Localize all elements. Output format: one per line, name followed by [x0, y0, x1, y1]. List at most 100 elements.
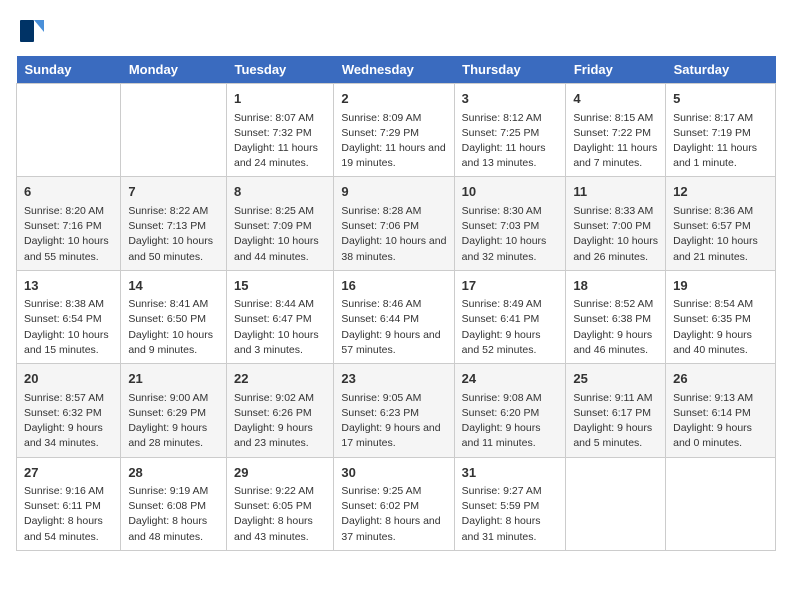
day-number: 21: [128, 369, 219, 389]
day-cell: 29Sunrise: 9:22 AM Sunset: 6:05 PM Dayli…: [227, 457, 334, 550]
day-info: Sunrise: 9:11 AM Sunset: 6:17 PM Dayligh…: [573, 391, 658, 452]
day-number: 23: [341, 369, 446, 389]
day-cell: 25Sunrise: 9:11 AM Sunset: 6:17 PM Dayli…: [566, 364, 666, 457]
day-cell: 16Sunrise: 8:46 AM Sunset: 6:44 PM Dayli…: [334, 270, 454, 363]
week-row-5: 27Sunrise: 9:16 AM Sunset: 6:11 PM Dayli…: [17, 457, 776, 550]
day-cell: 2Sunrise: 8:09 AM Sunset: 7:29 PM Daylig…: [334, 84, 454, 177]
day-number: 28: [128, 463, 219, 483]
day-info: Sunrise: 8:22 AM Sunset: 7:13 PM Dayligh…: [128, 204, 219, 265]
day-number: 3: [462, 89, 559, 109]
day-number: 30: [341, 463, 446, 483]
day-cell: 30Sunrise: 9:25 AM Sunset: 6:02 PM Dayli…: [334, 457, 454, 550]
day-cell: 5Sunrise: 8:17 AM Sunset: 7:19 PM Daylig…: [666, 84, 776, 177]
day-info: Sunrise: 8:38 AM Sunset: 6:54 PM Dayligh…: [24, 297, 113, 358]
day-info: Sunrise: 8:25 AM Sunset: 7:09 PM Dayligh…: [234, 204, 326, 265]
day-info: Sunrise: 8:49 AM Sunset: 6:41 PM Dayligh…: [462, 297, 559, 358]
day-info: Sunrise: 9:27 AM Sunset: 5:59 PM Dayligh…: [462, 484, 559, 545]
day-cell: 23Sunrise: 9:05 AM Sunset: 6:23 PM Dayli…: [334, 364, 454, 457]
col-header-sunday: Sunday: [17, 56, 121, 84]
day-cell: 1Sunrise: 8:07 AM Sunset: 7:32 PM Daylig…: [227, 84, 334, 177]
day-info: Sunrise: 8:17 AM Sunset: 7:19 PM Dayligh…: [673, 111, 768, 172]
day-cell: 9Sunrise: 8:28 AM Sunset: 7:06 PM Daylig…: [334, 177, 454, 270]
day-cell: [666, 457, 776, 550]
day-number: 15: [234, 276, 326, 296]
day-info: Sunrise: 8:44 AM Sunset: 6:47 PM Dayligh…: [234, 297, 326, 358]
day-number: 9: [341, 182, 446, 202]
day-cell: 17Sunrise: 8:49 AM Sunset: 6:41 PM Dayli…: [454, 270, 566, 363]
col-header-friday: Friday: [566, 56, 666, 84]
day-number: 29: [234, 463, 326, 483]
day-number: 18: [573, 276, 658, 296]
day-number: 11: [573, 182, 658, 202]
calendar-table: SundayMondayTuesdayWednesdayThursdayFrid…: [16, 56, 776, 551]
logo-icon: [16, 16, 46, 46]
day-info: Sunrise: 8:36 AM Sunset: 6:57 PM Dayligh…: [673, 204, 768, 265]
day-cell: 27Sunrise: 9:16 AM Sunset: 6:11 PM Dayli…: [17, 457, 121, 550]
week-row-1: 1Sunrise: 8:07 AM Sunset: 7:32 PM Daylig…: [17, 84, 776, 177]
day-cell: 4Sunrise: 8:15 AM Sunset: 7:22 PM Daylig…: [566, 84, 666, 177]
logo: [16, 16, 50, 46]
day-number: 16: [341, 276, 446, 296]
day-cell: [17, 84, 121, 177]
day-cell: 7Sunrise: 8:22 AM Sunset: 7:13 PM Daylig…: [121, 177, 227, 270]
day-number: 22: [234, 369, 326, 389]
day-number: 10: [462, 182, 559, 202]
day-cell: 26Sunrise: 9:13 AM Sunset: 6:14 PM Dayli…: [666, 364, 776, 457]
day-info: Sunrise: 9:00 AM Sunset: 6:29 PM Dayligh…: [128, 391, 219, 452]
col-header-thursday: Thursday: [454, 56, 566, 84]
day-number: 26: [673, 369, 768, 389]
day-cell: 31Sunrise: 9:27 AM Sunset: 5:59 PM Dayli…: [454, 457, 566, 550]
col-header-tuesday: Tuesday: [227, 56, 334, 84]
week-row-2: 6Sunrise: 8:20 AM Sunset: 7:16 PM Daylig…: [17, 177, 776, 270]
calendar-header-row: SundayMondayTuesdayWednesdayThursdayFrid…: [17, 56, 776, 84]
day-number: 7: [128, 182, 219, 202]
week-row-4: 20Sunrise: 8:57 AM Sunset: 6:32 PM Dayli…: [17, 364, 776, 457]
day-info: Sunrise: 9:25 AM Sunset: 6:02 PM Dayligh…: [341, 484, 446, 545]
day-number: 12: [673, 182, 768, 202]
col-header-monday: Monday: [121, 56, 227, 84]
day-number: 25: [573, 369, 658, 389]
day-cell: [121, 84, 227, 177]
day-cell: 21Sunrise: 9:00 AM Sunset: 6:29 PM Dayli…: [121, 364, 227, 457]
day-info: Sunrise: 8:07 AM Sunset: 7:32 PM Dayligh…: [234, 111, 326, 172]
day-cell: 8Sunrise: 8:25 AM Sunset: 7:09 PM Daylig…: [227, 177, 334, 270]
day-cell: 12Sunrise: 8:36 AM Sunset: 6:57 PM Dayli…: [666, 177, 776, 270]
day-number: 6: [24, 182, 113, 202]
day-cell: 28Sunrise: 9:19 AM Sunset: 6:08 PM Dayli…: [121, 457, 227, 550]
day-cell: 15Sunrise: 8:44 AM Sunset: 6:47 PM Dayli…: [227, 270, 334, 363]
day-info: Sunrise: 8:15 AM Sunset: 7:22 PM Dayligh…: [573, 111, 658, 172]
day-number: 27: [24, 463, 113, 483]
day-cell: 3Sunrise: 8:12 AM Sunset: 7:25 PM Daylig…: [454, 84, 566, 177]
day-number: 5: [673, 89, 768, 109]
day-number: 14: [128, 276, 219, 296]
day-info: Sunrise: 8:57 AM Sunset: 6:32 PM Dayligh…: [24, 391, 113, 452]
day-number: 8: [234, 182, 326, 202]
header: [16, 16, 776, 46]
day-cell: 24Sunrise: 9:08 AM Sunset: 6:20 PM Dayli…: [454, 364, 566, 457]
day-number: 2: [341, 89, 446, 109]
day-info: Sunrise: 8:30 AM Sunset: 7:03 PM Dayligh…: [462, 204, 559, 265]
day-info: Sunrise: 8:54 AM Sunset: 6:35 PM Dayligh…: [673, 297, 768, 358]
day-info: Sunrise: 8:33 AM Sunset: 7:00 PM Dayligh…: [573, 204, 658, 265]
week-row-3: 13Sunrise: 8:38 AM Sunset: 6:54 PM Dayli…: [17, 270, 776, 363]
day-info: Sunrise: 8:12 AM Sunset: 7:25 PM Dayligh…: [462, 111, 559, 172]
day-info: Sunrise: 9:19 AM Sunset: 6:08 PM Dayligh…: [128, 484, 219, 545]
day-info: Sunrise: 9:13 AM Sunset: 6:14 PM Dayligh…: [673, 391, 768, 452]
day-cell: [566, 457, 666, 550]
day-number: 20: [24, 369, 113, 389]
day-cell: 11Sunrise: 8:33 AM Sunset: 7:00 PM Dayli…: [566, 177, 666, 270]
day-info: Sunrise: 9:16 AM Sunset: 6:11 PM Dayligh…: [24, 484, 113, 545]
day-cell: 20Sunrise: 8:57 AM Sunset: 6:32 PM Dayli…: [17, 364, 121, 457]
day-info: Sunrise: 8:52 AM Sunset: 6:38 PM Dayligh…: [573, 297, 658, 358]
day-number: 31: [462, 463, 559, 483]
day-number: 4: [573, 89, 658, 109]
day-info: Sunrise: 9:08 AM Sunset: 6:20 PM Dayligh…: [462, 391, 559, 452]
day-cell: 19Sunrise: 8:54 AM Sunset: 6:35 PM Dayli…: [666, 270, 776, 363]
day-cell: 18Sunrise: 8:52 AM Sunset: 6:38 PM Dayli…: [566, 270, 666, 363]
col-header-wednesday: Wednesday: [334, 56, 454, 84]
day-info: Sunrise: 8:28 AM Sunset: 7:06 PM Dayligh…: [341, 204, 446, 265]
day-info: Sunrise: 9:22 AM Sunset: 6:05 PM Dayligh…: [234, 484, 326, 545]
day-info: Sunrise: 8:20 AM Sunset: 7:16 PM Dayligh…: [24, 204, 113, 265]
day-cell: 22Sunrise: 9:02 AM Sunset: 6:26 PM Dayli…: [227, 364, 334, 457]
day-info: Sunrise: 8:41 AM Sunset: 6:50 PM Dayligh…: [128, 297, 219, 358]
